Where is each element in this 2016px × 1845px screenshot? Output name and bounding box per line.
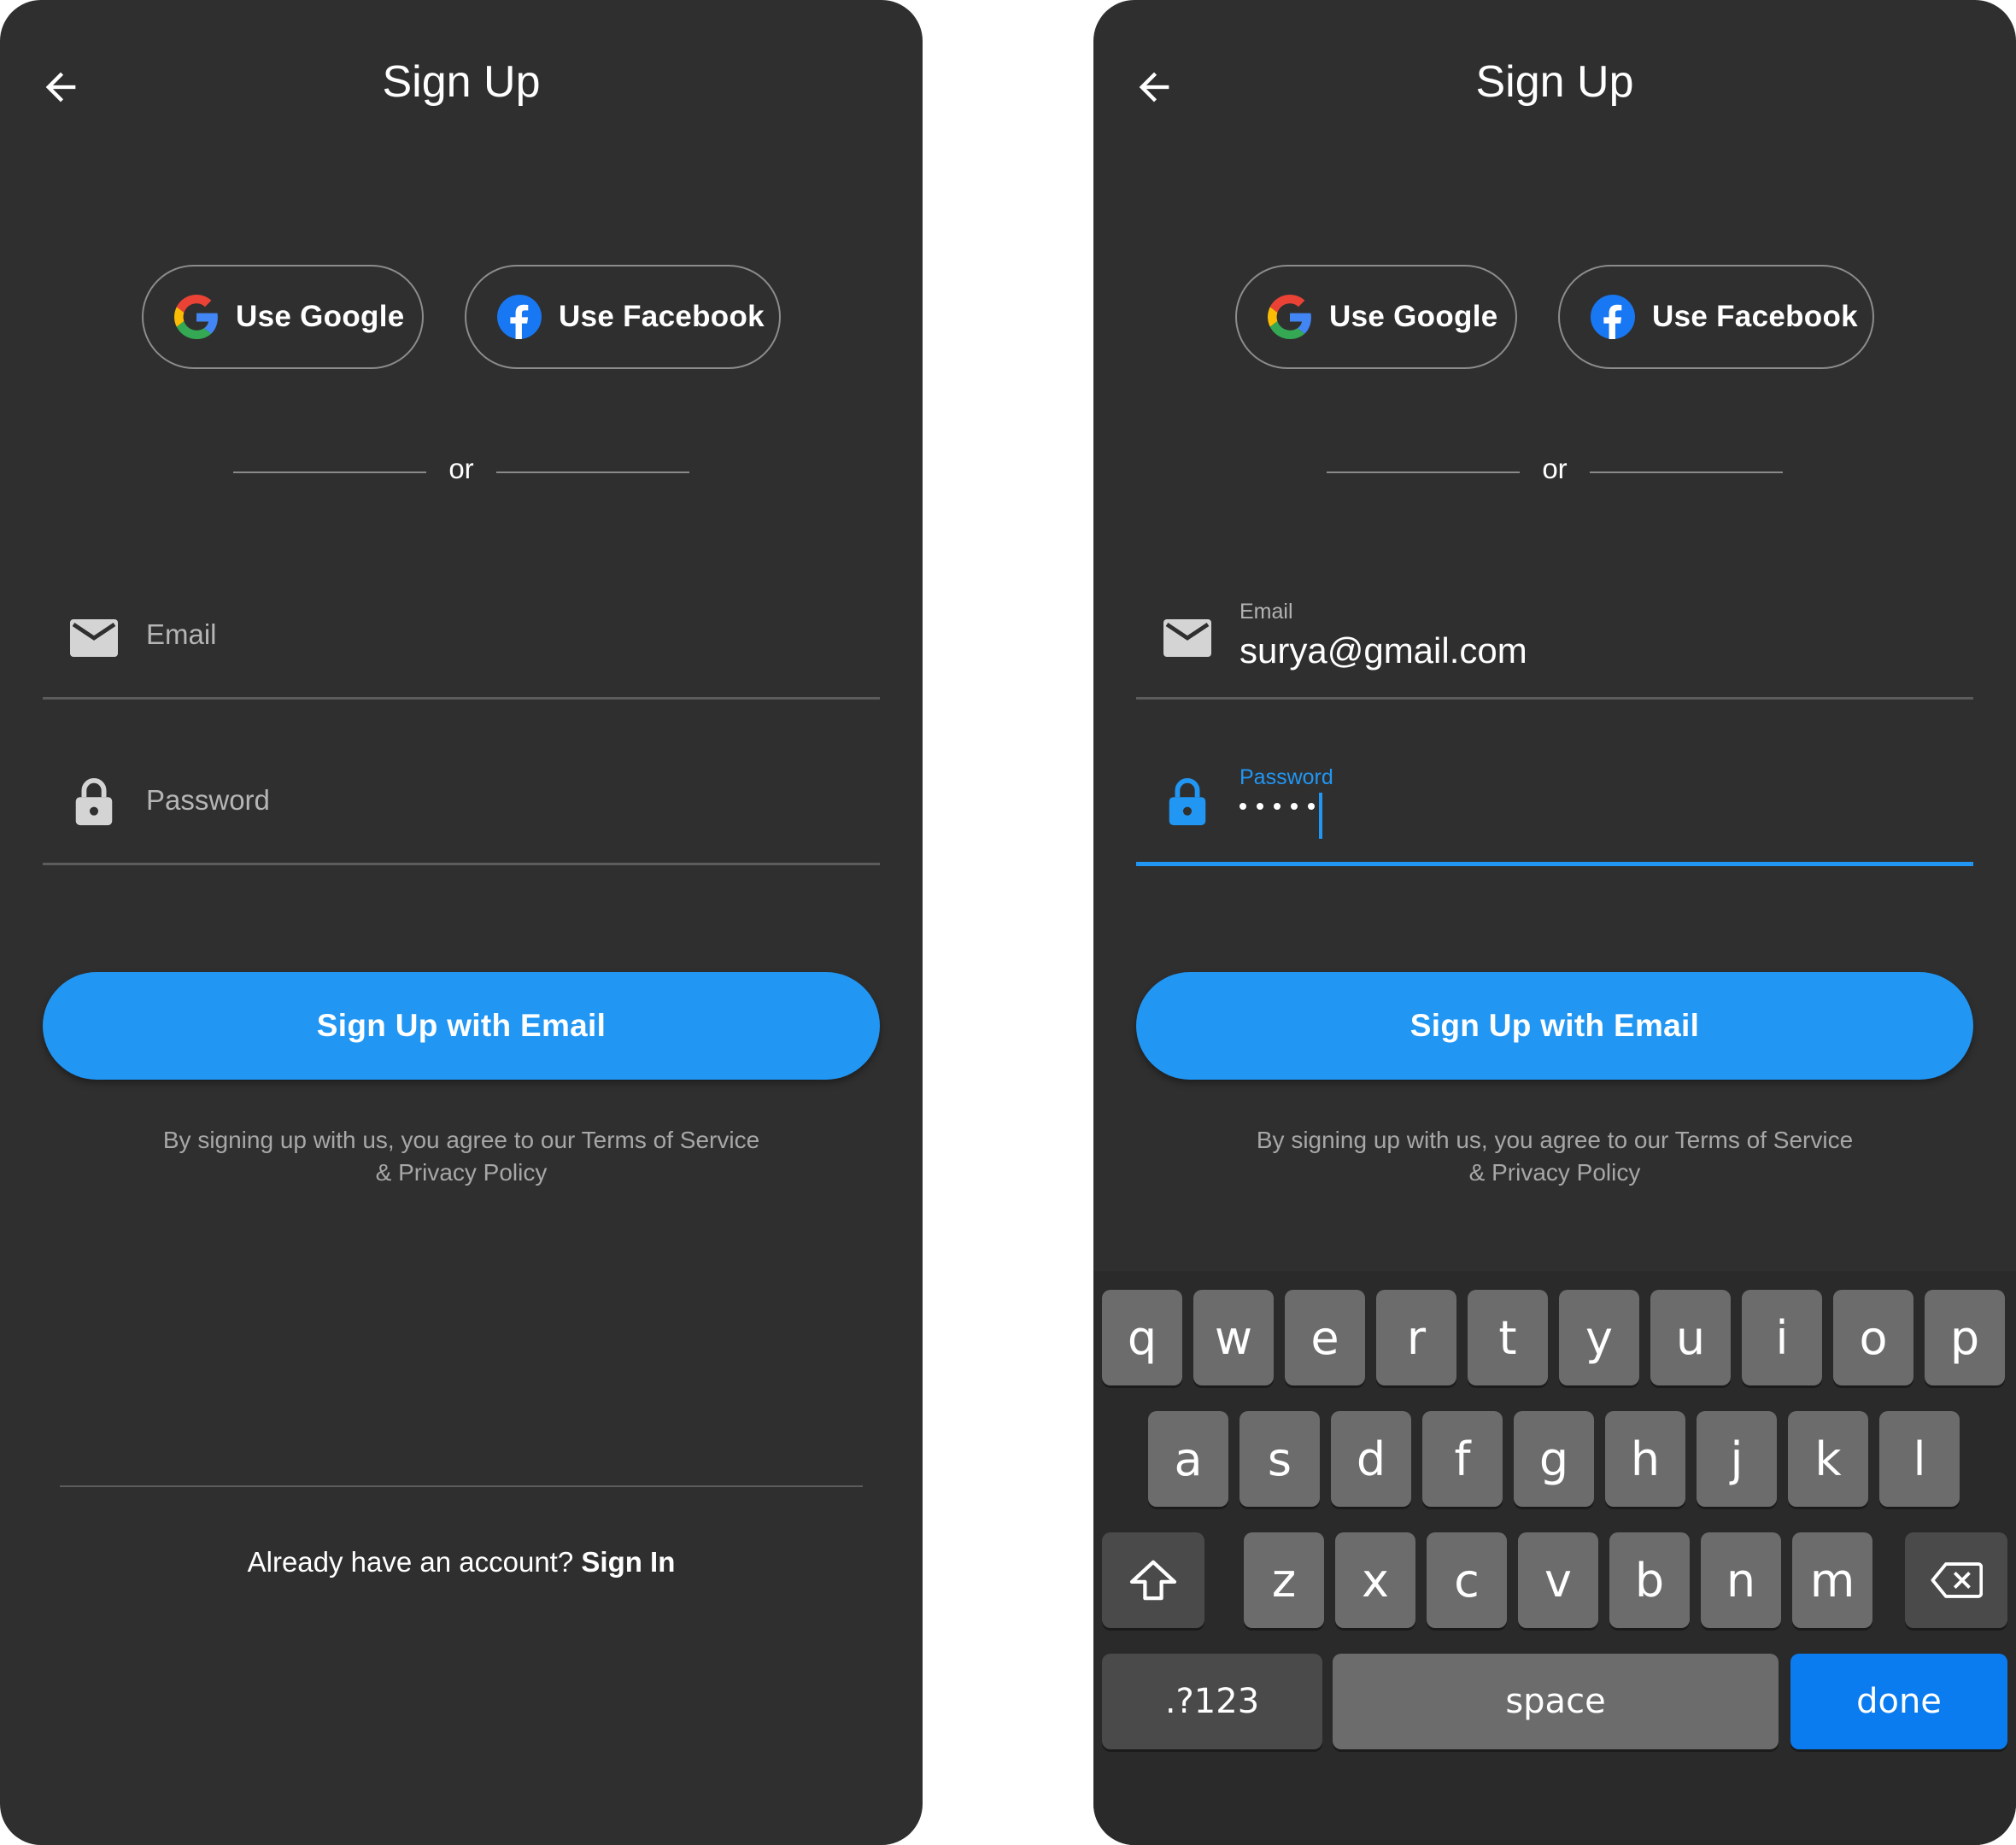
mail-icon [1163,619,1211,657]
or-divider-text: or [448,453,474,484]
space-key[interactable]: space [1333,1654,1779,1749]
facebook-icon [497,295,542,339]
signin-link[interactable]: Sign In [581,1546,675,1578]
facebook-button-label: Use Facebook [559,300,765,333]
google-signup-button[interactable]: Use Google [1235,265,1517,369]
signin-prompt: Already have an account? Sign In [0,1546,923,1578]
signup-with-email-button[interactable]: Sign Up with Email [1136,972,1973,1080]
email-underline [1136,697,1973,700]
key-e[interactable]: e [1285,1290,1365,1385]
key-n[interactable]: n [1701,1532,1781,1628]
key-a[interactable]: a [1148,1411,1228,1507]
key-y[interactable]: y [1559,1290,1639,1385]
key-m[interactable]: m [1792,1532,1872,1628]
footer-divider [60,1485,863,1487]
key-d[interactable]: d [1331,1411,1411,1507]
shift-icon [1129,1560,1177,1601]
onscreen-keyboard: .?123 space done qwertyuiop asdfghjkl zxcv… [1093,1271,2016,1845]
done-key[interactable]: done [1790,1654,2007,1749]
key-q[interactable]: q [1102,1290,1182,1385]
email-label: Email [1239,600,1293,624]
key-h[interactable]: h [1605,1411,1685,1507]
facebook-icon [1591,295,1635,339]
terms-text: By signing up with us, you agree to our … [1256,1127,1854,1186]
signup-screen-empty: Sign Up Use Google Use Facebook or Email [0,0,923,1845]
password-masked-value [1239,803,1315,810]
password-placeholder: Password [146,784,270,816]
key-l[interactable]: l [1879,1411,1960,1507]
email-value: surya@gmail.com [1239,630,1527,671]
facebook-signup-button[interactable]: Use Facebook [1558,265,1874,369]
key-g[interactable]: g [1514,1411,1594,1507]
password-underline-focused [1136,862,1973,866]
lock-icon [1169,778,1206,826]
key-x[interactable]: x [1335,1532,1415,1628]
google-button-label: Use Google [236,300,405,333]
key-p[interactable]: p [1925,1290,2005,1385]
password-dot [1274,803,1281,810]
google-icon [174,295,218,339]
divider-line-right [496,472,689,473]
backspace-icon [1931,1562,1983,1598]
terms-text: By signing up with us, you agree to our … [162,1127,760,1186]
google-signup-button[interactable]: Use Google [142,265,424,369]
key-c[interactable]: c [1427,1532,1507,1628]
key-s[interactable]: s [1239,1411,1320,1507]
email-placeholder: Email [146,618,217,650]
key-k[interactable]: k [1788,1411,1868,1507]
facebook-signup-button[interactable]: Use Facebook [465,265,781,369]
password-underline [43,863,880,865]
facebook-button-label: Use Facebook [1652,300,1858,333]
signup-with-email-button[interactable]: Sign Up with Email [43,972,880,1080]
password-dot [1239,803,1246,810]
email-underline [43,697,880,700]
key-u[interactable]: u [1650,1290,1731,1385]
key-i[interactable]: i [1742,1290,1822,1385]
text-cursor [1319,793,1322,839]
key-t[interactable]: t [1468,1290,1548,1385]
password-dot [1257,803,1263,810]
signin-prompt-text: Already have an account? [247,1546,574,1578]
key-w[interactable]: w [1193,1290,1274,1385]
password-label: Password [1239,765,1333,789]
google-icon [1268,295,1311,339]
shift-key[interactable] [1102,1532,1204,1628]
key-z[interactable]: z [1244,1532,1324,1628]
key-r[interactable]: r [1376,1290,1456,1385]
symbols-key[interactable]: .?123 [1102,1654,1322,1749]
page-title: Sign Up [382,57,541,107]
page-title: Sign Up [1475,57,1634,107]
backspace-key[interactable] [1905,1532,2007,1628]
or-divider-text: or [1542,453,1568,484]
mail-icon [70,619,118,657]
password-dot [1308,803,1315,810]
key-o[interactable]: o [1833,1290,1913,1385]
google-button-label: Use Google [1329,300,1498,333]
signup-screen-filled: Sign Up Use Google Use Facebook or Email… [1093,0,2016,1845]
password-dot [1291,803,1298,810]
key-b[interactable]: b [1609,1532,1690,1628]
key-v[interactable]: v [1518,1532,1598,1628]
divider-line-right [1590,472,1783,473]
key-f[interactable]: f [1422,1411,1503,1507]
lock-icon [75,778,113,826]
key-j[interactable]: j [1697,1411,1777,1507]
